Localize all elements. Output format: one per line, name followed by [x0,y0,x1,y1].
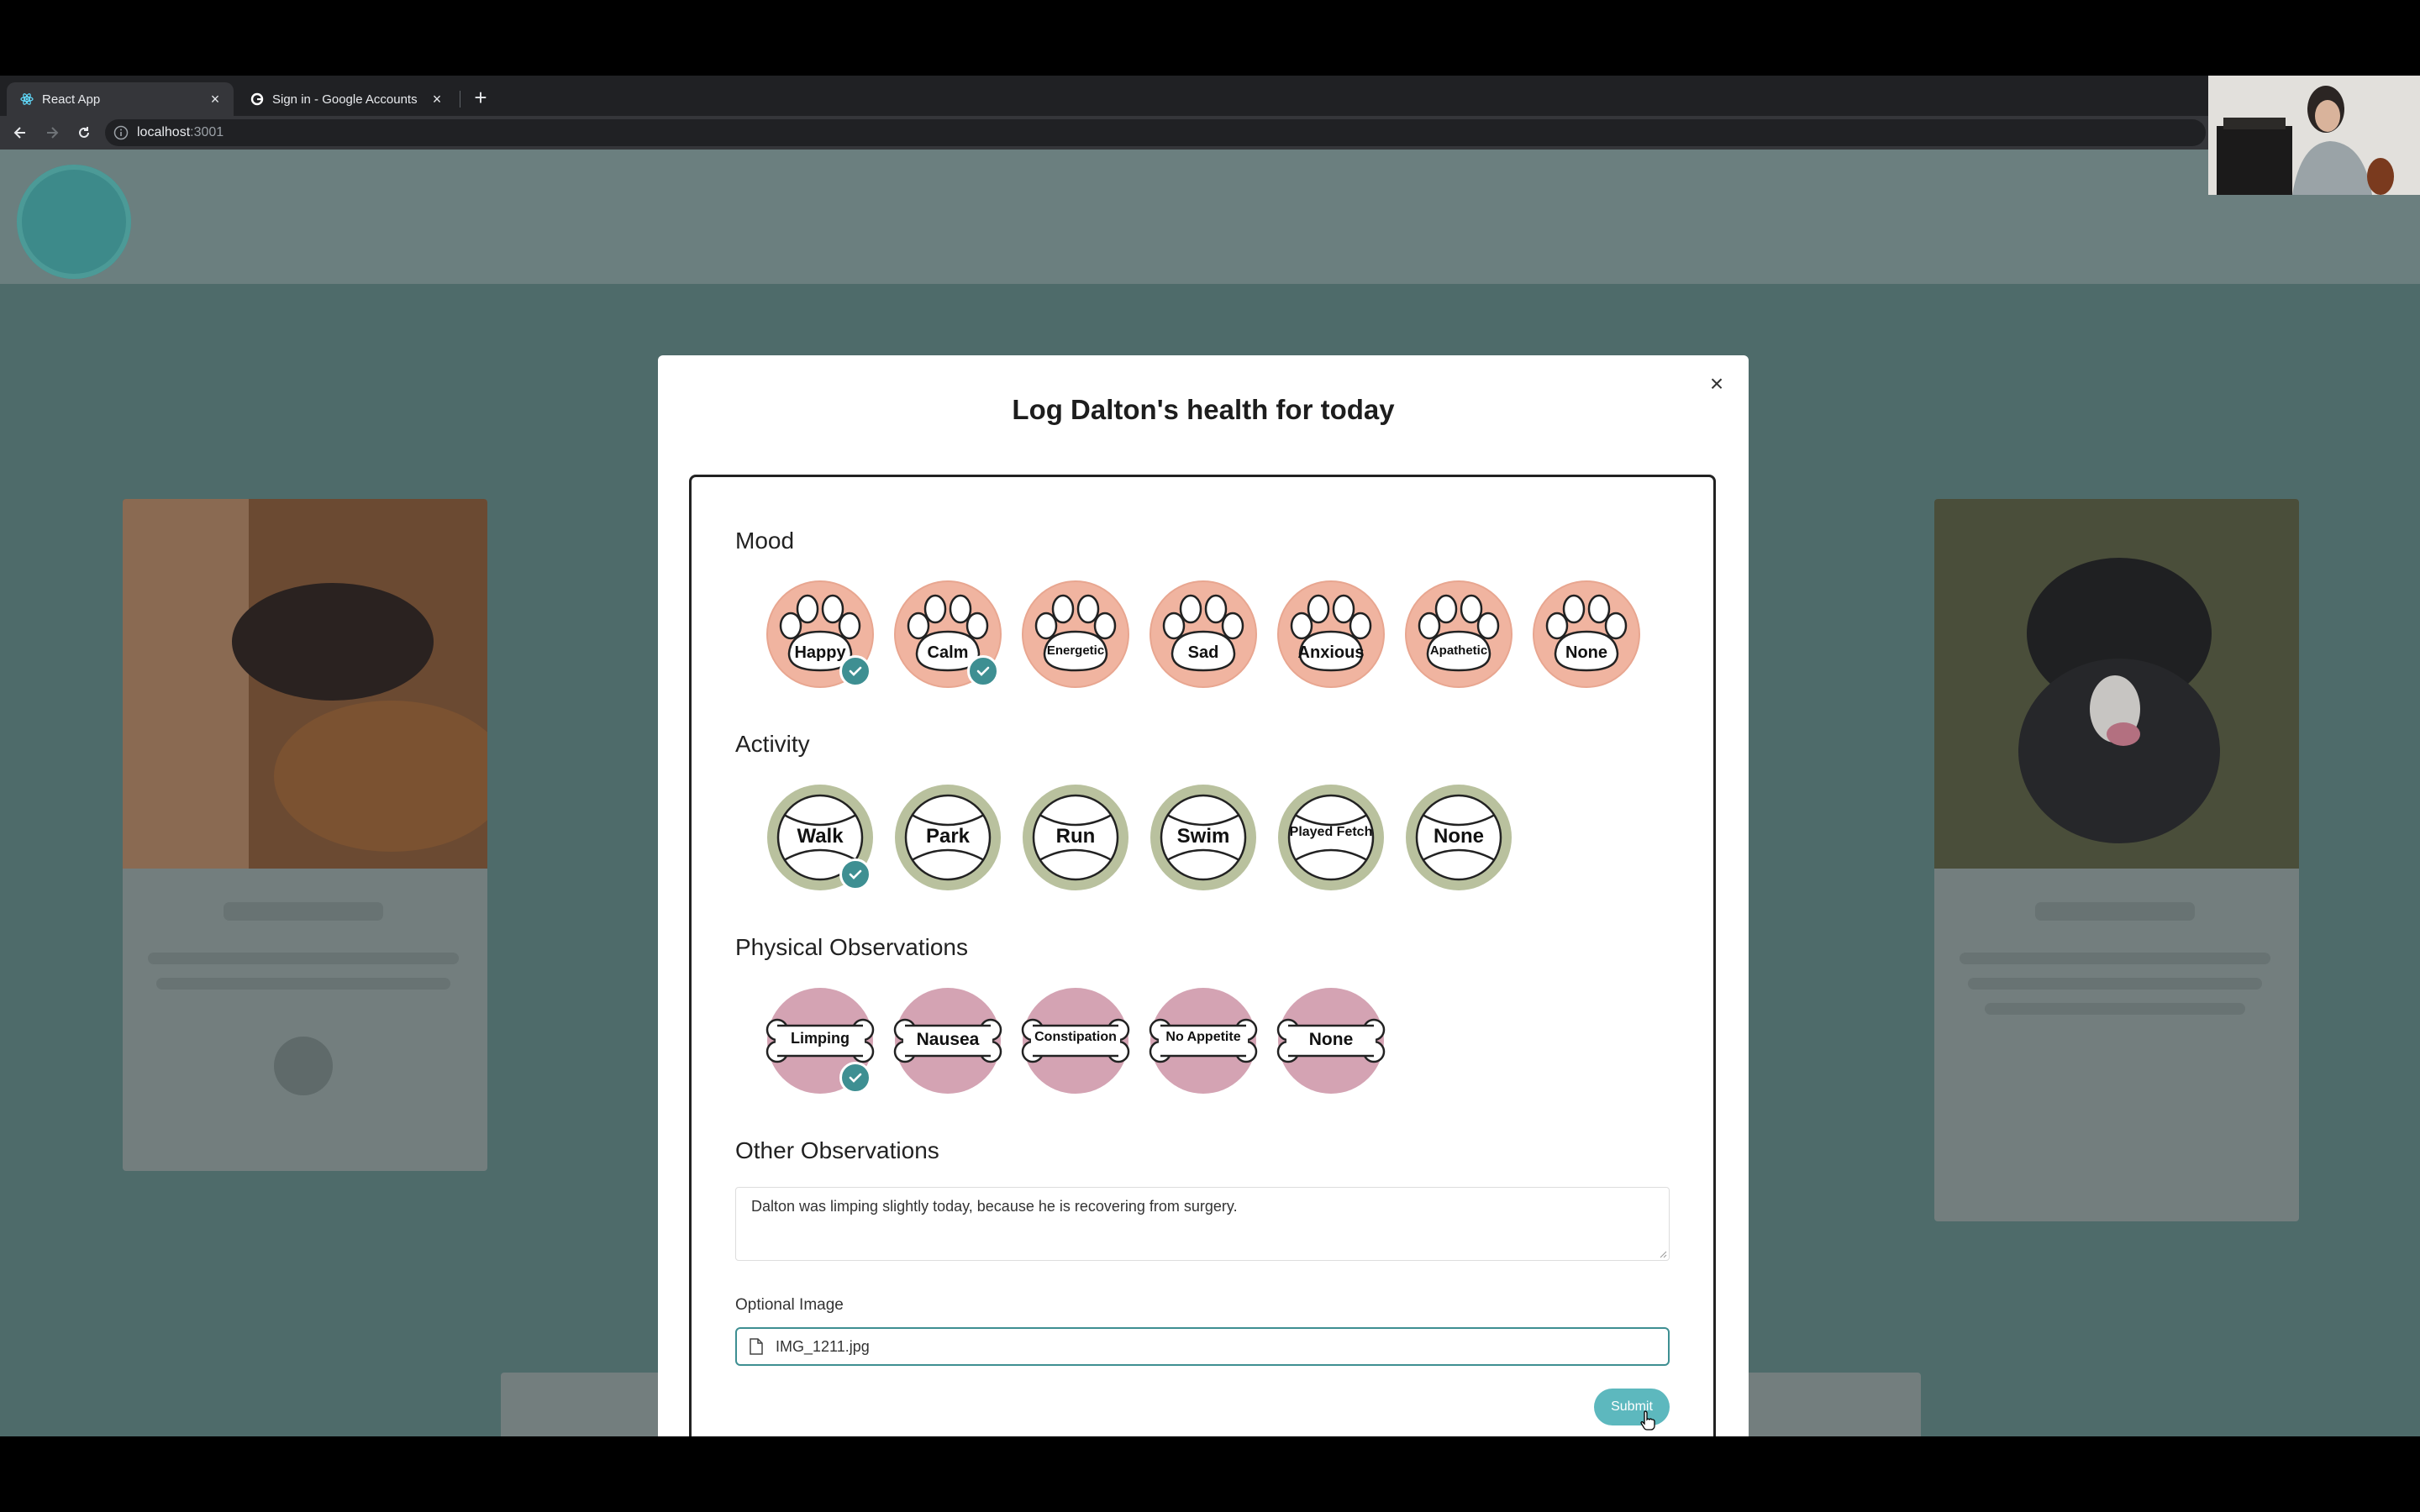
mood-label: Mood [735,528,795,554]
resize-handle-icon[interactable] [1659,1250,1667,1258]
physical-option-nausea[interactable]: Nausea [893,986,1002,1095]
option-label: Apathetic [1429,643,1488,658]
option-label: Walk [797,825,844,848]
blurred-text [156,978,450,990]
submit-button[interactable]: Submit [1594,1389,1670,1425]
physical-option-none[interactable]: None [1276,986,1386,1095]
health-form: Mood Happy Calm Energetic Sad Anxious Apathet… [689,475,1716,1436]
blurred-text [1960,953,2270,964]
option-label: Run [1055,825,1096,848]
paw-icon [1276,580,1386,689]
mood-option-apathetic[interactable]: Apathetic [1404,580,1513,689]
new-tab-icon[interactable]: + [469,86,492,109]
activity-option-swim[interactable]: Swim [1149,783,1258,892]
dog-photo [123,499,487,869]
physical-option-no-appetite[interactable]: No Appetite [1149,986,1258,1095]
option-label: Nausea [916,1030,980,1049]
blurred-text [224,902,383,921]
background-dog-card [123,499,487,1171]
option-label: Limping [791,1030,850,1047]
paw-icon [1021,580,1130,689]
dog-photo [1934,499,2299,869]
option-label: Constipation [1034,1030,1117,1044]
mood-option-calm[interactable]: Calm [893,580,1002,689]
option-label: Sad [1187,643,1219,662]
tab-title: React App [42,92,101,107]
hand-cursor-icon [1640,1410,1655,1431]
option-label: Swim [1176,825,1230,848]
selected-check-icon [839,1062,871,1094]
physical-option-constipation[interactable]: Constipation [1021,986,1130,1095]
activity-option-none[interactable]: None [1404,783,1513,892]
other-observations-label: Other Observations [735,1137,939,1163]
option-label: No Appetite [1165,1030,1241,1044]
blurred-text [2035,902,2195,921]
image-file-input[interactable]: IMG_1211.jpg [735,1327,1670,1366]
paw-icon [1149,580,1258,689]
webcam-image [2208,76,2420,195]
mood-option-anxious[interactable]: Anxious [1276,580,1386,689]
info-icon[interactable] [113,125,129,140]
selected-check-icon [839,858,871,890]
physical-option-limping[interactable]: Limping [765,986,875,1095]
blurred-text [1968,978,2262,990]
app-header [0,150,2420,284]
mood-option-happy[interactable]: Happy [765,580,875,689]
mood-option-none[interactable]: None [1532,580,1641,689]
app-logo [17,165,131,279]
option-label: Park [925,825,971,848]
browser-toolbar: localhost:3001 [0,116,2420,150]
activity-label: Activity [735,731,810,757]
other-observations-textarea[interactable]: Dalton was limping slightly today, becau… [735,1187,1670,1261]
textarea-value: Dalton was limping slightly today, becau… [751,1198,1238,1215]
tab-bar: React App × Sign in - Google Accounts × … [0,76,2420,116]
option-label: Anxious [1297,643,1365,662]
forward-icon[interactable] [40,121,64,144]
app-page-background: × Log Dalton's health for today Mood Hap… [0,150,2420,1436]
browser-window: React App × Sign in - Google Accounts × … [0,76,2420,1436]
webcam-overlay [2208,76,2420,195]
option-label: None [1565,643,1607,662]
tab-react-app[interactable]: React App × [7,82,234,116]
blurred-text [1985,1003,2245,1015]
physical-observations-label: Physical Observations [735,934,969,960]
tab-title: Sign in - Google Accounts [272,92,418,107]
url-text: localhost:3001 [137,125,224,139]
avatar [274,1037,333,1095]
selected-check-icon [839,655,871,687]
background-dog-card [1934,499,2299,1221]
react-icon [20,92,34,106]
blurred-text [148,953,459,964]
file-name: IMG_1211.jpg [776,1337,870,1355]
activity-option-run[interactable]: Run [1021,783,1130,892]
option-label: Energetic [1046,643,1105,658]
paw-icon [1532,580,1641,689]
modal-title: Log Dalton's health for today [1012,394,1395,425]
selected-check-icon [967,655,999,687]
back-icon[interactable] [8,121,32,144]
tab-close-icon[interactable]: × [207,91,224,108]
activity-option-played-fetch[interactable]: Played Fetch [1276,783,1386,892]
google-icon [250,92,264,106]
option-label: Played Fetch [1289,825,1373,839]
mood-option-energetic[interactable]: Energetic [1021,580,1130,689]
tab-close-icon[interactable]: × [429,91,445,108]
option-label: None [1434,825,1484,848]
activity-option-walk[interactable]: Walk [765,783,875,892]
mood-option-sad[interactable]: Sad [1149,580,1258,689]
activity-option-park[interactable]: Park [893,783,1002,892]
optional-image-label: Optional Image [735,1296,844,1314]
log-health-modal: × Log Dalton's health for today Mood Hap… [658,355,1749,1436]
address-bar[interactable]: localhost:3001 [105,119,2206,146]
option-label: None [1308,1030,1354,1049]
reload-icon[interactable] [72,121,96,144]
file-icon [750,1338,763,1355]
tab-google-sign-in[interactable]: Sign in - Google Accounts × [237,82,455,116]
paw-icon [1404,580,1513,689]
